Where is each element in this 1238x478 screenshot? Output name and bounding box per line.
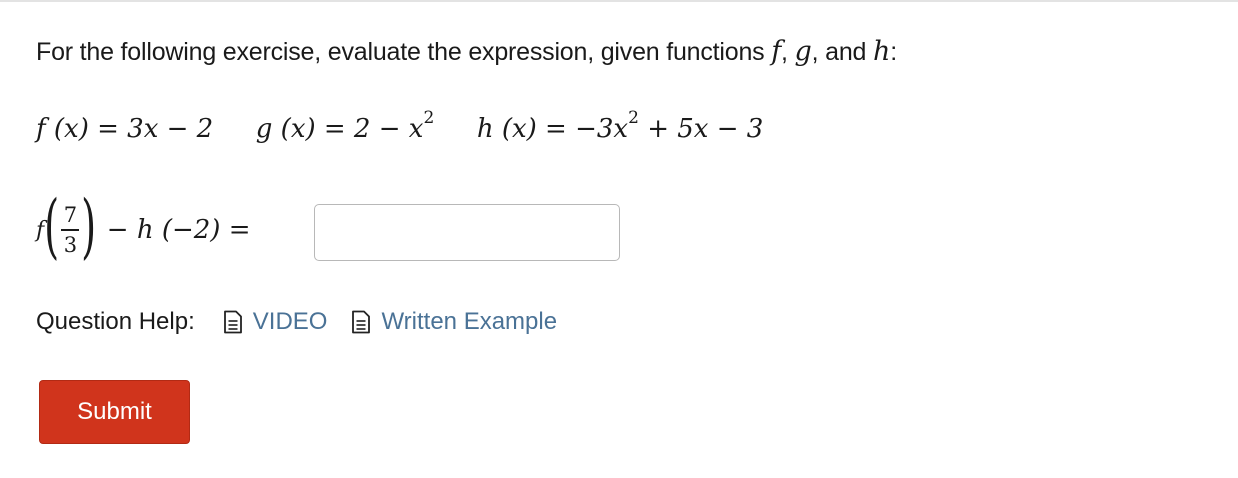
h-name: h [476,114,494,144]
expr-f: f [36,217,45,243]
function-definitions: f (x) = 3x − 2 g (x) = 2 − x2 h (x) = −3… [36,110,764,145]
prompt-h: h [873,36,891,67]
question-prompt: For the following exercise, evaluate the… [36,36,897,67]
prompt-comma-1: , [781,38,788,66]
prompt-g: g [794,36,812,67]
document-icon [223,310,242,334]
prompt-and: and [825,38,867,66]
fraction: 7 3 [61,203,80,257]
h-definition-part-2: + 5x − 3 [638,114,764,144]
prompt-f: f [771,36,782,67]
top-divider [0,0,1238,2]
expr-minus-h: − h (−2) = [106,215,251,245]
fraction-denominator: 3 [63,232,78,257]
prompt-text: For the following exercise, evaluate the… [36,38,765,66]
document-icon [352,310,371,334]
video-link[interactable]: VIDEO [223,308,328,336]
question-help: Question Help: VIDEO Written Example [36,308,581,336]
h-definition-part-1: (x) = −3x [501,114,629,144]
evaluate-expression: f ( 7 3 ) − h (−2) = [36,190,251,270]
left-paren: ( [44,185,60,267]
g-exponent: 2 [423,108,435,128]
written-example-label: Written Example [381,308,558,335]
submit-button[interactable]: Submit [39,380,190,444]
fraction-numerator: 7 [63,203,78,228]
g-definition: (x) = 2 − x [280,114,424,144]
video-link-label: VIDEO [252,308,328,335]
answer-input[interactable] [314,204,620,261]
g-name: g [255,114,273,144]
question-help-label: Question Help: [36,308,195,335]
prompt-comma-2: , [811,38,819,66]
h-exponent: 2 [628,108,639,128]
written-example-link[interactable]: Written Example [351,308,557,336]
f-definition: (x) = 3x − 2 [53,114,214,144]
prompt-colon: : [890,38,897,66]
right-paren: ) [81,185,97,267]
f-name: f [36,114,46,144]
